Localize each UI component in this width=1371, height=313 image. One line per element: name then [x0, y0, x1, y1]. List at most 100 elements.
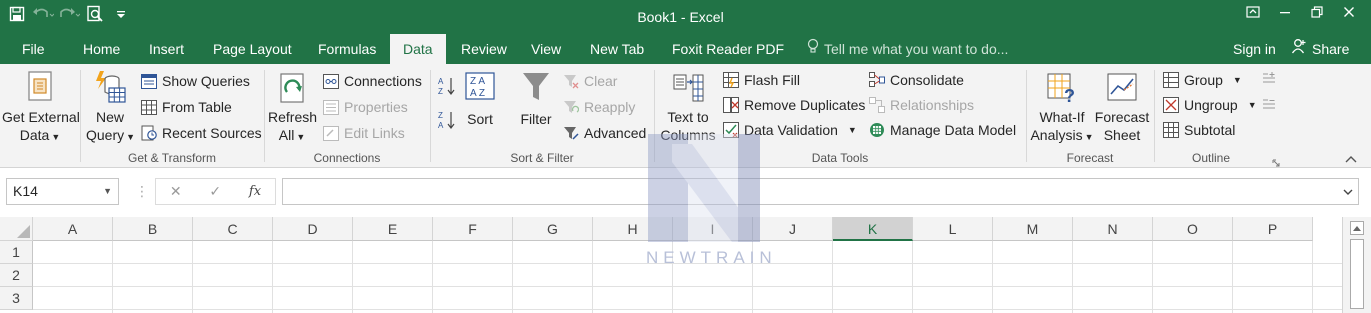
vertical-scrollbar[interactable] [1342, 217, 1371, 313]
tab-formulas[interactable]: Formulas [318, 34, 376, 64]
enter-entry-icon[interactable]: ✓ [209, 183, 221, 200]
column-header-f[interactable]: F [433, 217, 513, 241]
row-header-3[interactable]: 3 [0, 287, 33, 310]
dropdown-arrow-icon[interactable]: ▼ [103, 179, 112, 204]
get-external-label-2: Data [19, 127, 50, 143]
column-header-c[interactable]: C [193, 217, 273, 241]
tab-foxit-reader-pdf[interactable]: Foxit Reader PDF [672, 34, 784, 64]
column-header-g[interactable]: G [513, 217, 593, 241]
filter-label: Filter [520, 111, 552, 127]
what-if-icon: ? [1030, 72, 1094, 108]
sort-z-to-a-button[interactable]: ZA [438, 110, 456, 133]
row-header-1[interactable]: 1 [0, 241, 33, 264]
group-label-connections: Connections [313, 151, 381, 165]
show-detail-icon[interactable] [1262, 72, 1276, 89]
from-table-button[interactable]: From Table [140, 96, 232, 118]
group-button[interactable]: Group ▼ [1162, 69, 1242, 91]
scrollbar-thumb[interactable] [1350, 239, 1364, 309]
window-controls [1237, 0, 1365, 24]
group-label-forecast: Forecast [1066, 151, 1114, 165]
advanced-filter-button[interactable]: Advanced [562, 122, 646, 144]
formula-input[interactable] [282, 178, 1359, 205]
edit-links-button[interactable]: Edit Links [322, 122, 405, 144]
get-external-data-button[interactable]: Get External Data ▼ [2, 70, 80, 146]
name-box[interactable]: K14 ▼ [6, 178, 119, 205]
remove-duplicates-button[interactable]: Remove Duplicates [722, 94, 865, 116]
collapse-ribbon-icon[interactable] [1345, 150, 1357, 166]
tab-data[interactable]: Data [390, 34, 446, 65]
tab-home[interactable]: Home [83, 34, 120, 64]
sign-in-link[interactable]: Sign in [1233, 34, 1276, 64]
column-header-o[interactable]: O [1153, 217, 1233, 241]
manage-data-model-button[interactable]: Manage Data Model [868, 119, 1016, 141]
sort-descending-icon: ZA [438, 111, 456, 133]
column-header-n[interactable]: N [1073, 217, 1153, 241]
connections-label: Connections [344, 73, 422, 89]
column-header-k[interactable]: K [833, 217, 913, 241]
subtotal-label: Subtotal [1184, 122, 1236, 138]
column-header-a[interactable]: A [33, 217, 113, 241]
sort-ascending-icon: AZ [438, 77, 456, 99]
forecast-sheet-button[interactable]: Forecast Sheet [1094, 72, 1150, 144]
share-label: Share [1312, 41, 1350, 57]
tab-file[interactable]: File [22, 34, 45, 64]
flash-fill-label: Flash Fill [744, 72, 801, 88]
reapply-button[interactable]: Reapply [562, 96, 635, 118]
ribbon-display-options-icon[interactable] [1237, 0, 1269, 24]
outline-dialog-launcher-icon[interactable] [1272, 154, 1280, 170]
flash-fill-button[interactable]: Flash Fill [722, 69, 800, 91]
tab-insert[interactable]: Insert [149, 34, 184, 64]
refresh-all-button[interactable]: Refresh All ▼ [268, 70, 317, 146]
column-header-d[interactable]: D [273, 217, 353, 241]
close-icon[interactable] [1333, 0, 1365, 24]
advanced-filter-icon [562, 125, 579, 142]
row-header-2[interactable]: 2 [0, 264, 33, 287]
window-title: Book1 - Excel [637, 9, 724, 25]
column-header-m[interactable]: M [993, 217, 1073, 241]
tab-new-tab[interactable]: New Tab [590, 34, 644, 64]
svg-text:?: ? [1064, 86, 1075, 104]
tab-review[interactable]: Review [461, 34, 507, 64]
consolidate-button[interactable]: Consolidate [868, 69, 964, 91]
advanced-label: Advanced [584, 125, 647, 141]
share-button[interactable]: Share [1291, 34, 1349, 64]
filter-button[interactable]: Filter [516, 70, 556, 128]
gridline [1232, 241, 1233, 313]
cancel-entry-icon[interactable]: ✕ [170, 183, 182, 200]
recent-sources-label: Recent Sources [162, 125, 262, 141]
new-query-button[interactable]: New Query ▼ [86, 70, 135, 146]
refresh-label-2: All [278, 127, 295, 143]
connections-button[interactable]: Connections [322, 70, 422, 92]
tab-page-layout[interactable]: Page Layout [213, 34, 292, 64]
ungroup-button[interactable]: Ungroup ▼ [1162, 94, 1257, 116]
gridline [352, 241, 353, 313]
scroll-up-icon[interactable] [1350, 221, 1364, 235]
restore-icon[interactable] [1301, 0, 1333, 24]
ribbon-tabs: File Home Insert Page Layout Formulas Da… [0, 34, 1371, 65]
clear-filter-button[interactable]: Clear [562, 70, 617, 92]
tab-view[interactable]: View [531, 34, 561, 64]
group-separator [1026, 70, 1027, 162]
properties-button[interactable]: Properties [322, 96, 408, 118]
relationships-button[interactable]: Relationships [868, 94, 974, 116]
sort-a-to-z-button[interactable]: AZ [438, 76, 456, 99]
insert-function-icon[interactable]: fx [249, 184, 261, 199]
column-header-p[interactable]: P [1233, 217, 1313, 241]
gridline [912, 241, 913, 313]
sort-button[interactable]: Z AA Z Sort [462, 70, 498, 128]
column-header-l[interactable]: L [913, 217, 993, 241]
relationships-icon [868, 97, 885, 114]
show-queries-button[interactable]: Show Queries [140, 70, 250, 92]
minimize-icon[interactable] [1269, 0, 1301, 24]
select-all-corner[interactable] [0, 217, 33, 241]
subtotal-button[interactable]: Subtotal [1162, 119, 1235, 141]
hide-detail-icon[interactable] [1262, 98, 1276, 115]
what-if-analysis-button[interactable]: ? What-If Analysis ▼ [1030, 72, 1094, 146]
column-header-b[interactable]: B [113, 217, 193, 241]
expand-formula-bar-icon[interactable] [1342, 184, 1354, 200]
recent-sources-button[interactable]: Recent Sources [140, 122, 262, 144]
dropdown-arrow-icon: ▼ [296, 132, 306, 142]
tell-me-box[interactable]: Tell me what you want to do... [806, 34, 1008, 64]
column-header-e[interactable]: E [353, 217, 433, 241]
formula-bar-splitter-icon[interactable]: ⋮ [135, 183, 149, 200]
